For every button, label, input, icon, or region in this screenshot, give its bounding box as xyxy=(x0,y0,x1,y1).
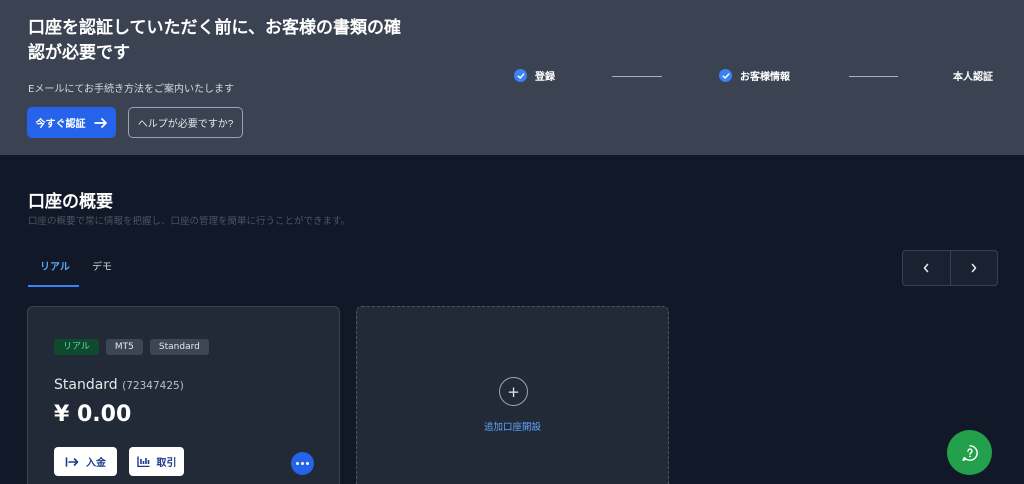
verify-now-button[interactable]: 今すぐ認証 xyxy=(27,107,116,138)
active-tab-indicator xyxy=(28,285,79,287)
help-button[interactable]: ヘルプが必要ですか? xyxy=(128,107,243,138)
more-dot xyxy=(296,462,299,465)
verification-banner: 口座を認証していただく前に、お客様の書類の確認が必要です Eメールにてお手続き方… xyxy=(0,0,1024,155)
step-customer-info: お客様情報 xyxy=(719,68,790,83)
account-name-text: Standard xyxy=(54,377,118,393)
add-account-card[interactable]: + 追加口座開設 xyxy=(356,306,669,484)
overview-title: 口座の概要 xyxy=(28,192,113,212)
tab-demo[interactable]: デモ xyxy=(92,258,112,273)
trade-label: 取引 xyxy=(156,458,177,469)
banner-title: 口座を認証していただく前に、お客様の書類の確認が必要です xyxy=(28,18,401,63)
platform-badge: MT5 xyxy=(105,339,143,355)
chart-bars-icon xyxy=(136,456,149,467)
deposit-label: 入金 xyxy=(86,458,106,469)
step-divider xyxy=(849,76,898,77)
add-account-label: 追加口座開設 xyxy=(483,422,541,433)
check-circle-icon xyxy=(514,69,527,82)
more-dot xyxy=(301,462,304,465)
account-badges: リアル MT5 Standard xyxy=(54,339,209,355)
overview-subtitle: 口座の概要で常に情報を把握し、口座の管理を簡単に行うことができます。 xyxy=(28,216,351,227)
more-options-button[interactable] xyxy=(291,452,314,475)
check-circle-icon xyxy=(719,69,732,82)
verify-now-label: 今すぐ認証 xyxy=(35,119,86,130)
account-name: Standard (72347425) xyxy=(54,377,184,393)
step-divider xyxy=(612,76,662,77)
step-identity-verification: 本人認証 xyxy=(953,68,993,83)
previous-button[interactable] xyxy=(903,251,950,285)
arrow-right-icon xyxy=(93,117,107,128)
next-button[interactable] xyxy=(949,251,998,285)
help-chat-button[interactable] xyxy=(947,430,992,475)
chevron-right-icon xyxy=(971,263,977,273)
more-dot xyxy=(306,462,309,465)
deposit-button[interactable]: 入金 xyxy=(54,447,117,476)
banner-subtitle: Eメールにてお手続き方法をご案内いたします xyxy=(28,84,235,95)
plus-icon: + xyxy=(499,377,528,406)
tab-real[interactable]: リアル xyxy=(40,258,70,273)
deposit-arrow-icon xyxy=(65,456,79,467)
step-registration: 登録 xyxy=(514,68,555,83)
account-balance: ¥ 0.00 xyxy=(54,402,132,427)
step-label: 登録 xyxy=(535,72,555,83)
step-label: 本人認証 xyxy=(953,72,993,83)
plan-badge: Standard xyxy=(149,339,209,355)
account-card: リアル MT5 Standard Standard (72347425) ¥ 0… xyxy=(27,306,340,484)
trade-button[interactable]: 取引 xyxy=(129,447,184,476)
step-label: お客様情報 xyxy=(740,72,790,83)
carousel-pager xyxy=(902,250,998,286)
account-number: (72347425) xyxy=(122,380,184,392)
chevron-left-icon xyxy=(923,263,929,273)
help-chat-icon xyxy=(961,444,978,461)
account-type-badge: リアル xyxy=(54,339,99,355)
